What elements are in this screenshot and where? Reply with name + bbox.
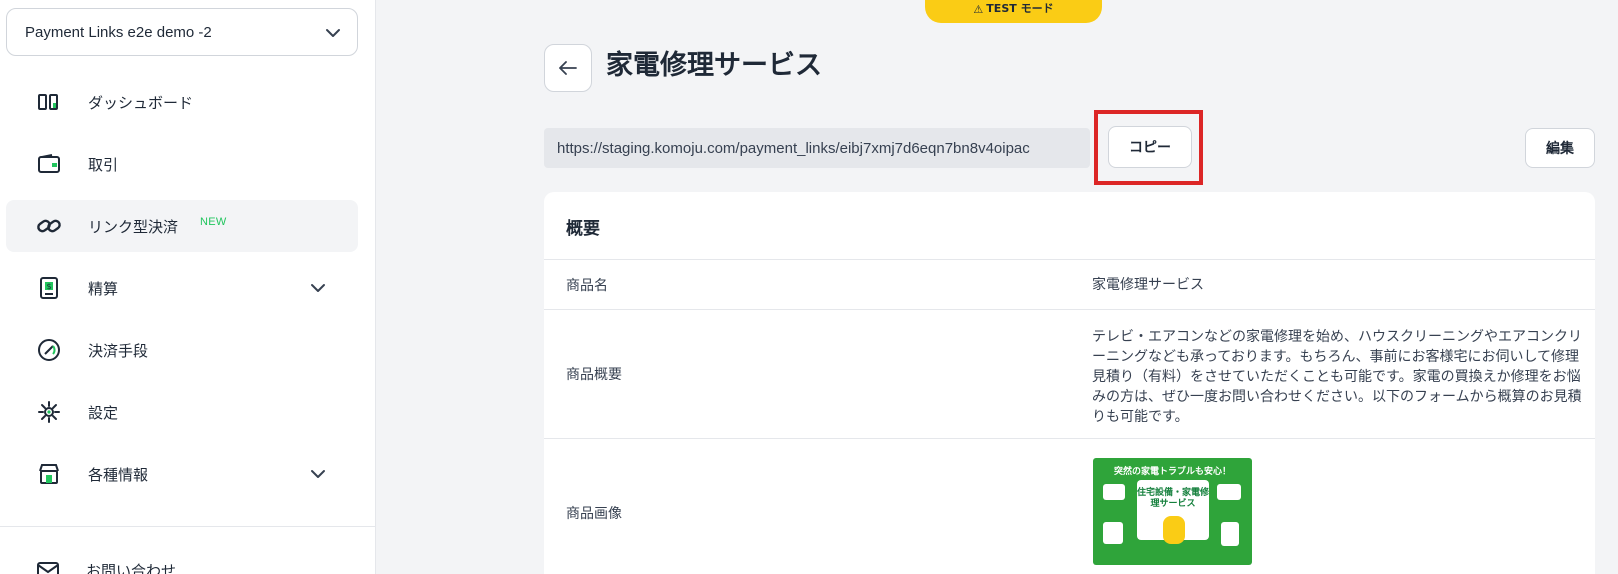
product-image[interactable]: 突然の家電トラブルも安心！ 住宅設備・家電修理サービス bbox=[1093, 458, 1252, 565]
invoice-dollar-icon: $ bbox=[36, 275, 62, 301]
back-button[interactable] bbox=[544, 44, 592, 92]
svg-text:$: $ bbox=[46, 282, 51, 291]
detail-key: 商品概要 bbox=[566, 367, 622, 383]
detail-key: 商品名 bbox=[566, 278, 608, 294]
sidebar-divider bbox=[0, 526, 376, 527]
sidebar-item-label: 精算 bbox=[88, 279, 119, 298]
appliance-icon bbox=[1103, 522, 1123, 544]
sidebar-item-label: 各種情報 bbox=[88, 465, 149, 484]
page-title: 家電修理サービス bbox=[606, 50, 822, 81]
gear-icon bbox=[36, 399, 62, 425]
sidebar-item-payment-links[interactable]: リンク型決済 NEW bbox=[6, 200, 358, 252]
sidebar-item-label: ダッシュボード bbox=[88, 93, 194, 112]
wallet-icon bbox=[36, 151, 62, 177]
product-image-headline: 突然の家電トラブルも安心！ bbox=[1113, 467, 1231, 477]
mail-icon bbox=[37, 561, 59, 574]
payment-methods-icon bbox=[36, 337, 62, 363]
chevron-down-icon bbox=[326, 29, 340, 37]
sidebar-item-contact[interactable]: お問い合わせ bbox=[36, 560, 176, 574]
detail-key: 商品画像 bbox=[566, 506, 622, 522]
edit-button[interactable]: 編集 bbox=[1525, 128, 1595, 168]
chevron-down-icon[interactable] bbox=[308, 278, 328, 298]
sidebar-item-information[interactable]: 各種情報 bbox=[6, 448, 358, 500]
sidebar-item-label: お問い合わせ bbox=[86, 562, 177, 574]
sidebar-item-settings[interactable]: 設定 bbox=[6, 386, 358, 438]
copy-button[interactable]: コピー bbox=[1108, 126, 1192, 168]
sidebar-item-label: 設定 bbox=[88, 403, 119, 422]
sidebar-item-label: 取引 bbox=[88, 155, 119, 174]
zero-yen-badge bbox=[1163, 516, 1185, 544]
detail-row-product-name: 商品名 家電修理サービス bbox=[544, 259, 1595, 309]
sidebar-item-payment-methods[interactable]: 決済手段 bbox=[6, 324, 358, 376]
dashboard-icon bbox=[36, 89, 62, 115]
appliance-icon bbox=[1103, 484, 1125, 500]
appliance-icon bbox=[1217, 484, 1241, 500]
sidebar-item-dashboard[interactable]: ダッシュボード bbox=[6, 76, 358, 128]
payment-link-url[interactable]: https://staging.komoju.com/payment_links… bbox=[544, 128, 1090, 168]
account-selector[interactable]: Payment Links e2e demo -2 bbox=[6, 8, 358, 56]
link-icon bbox=[36, 213, 62, 239]
chevron-down-icon[interactable] bbox=[308, 464, 328, 484]
sidebar-item-settlements[interactable]: $ 精算 bbox=[6, 262, 358, 314]
overview-card: 概要 商品名 家電修理サービス 商品概要 テレビ・エアコンなどの家電修理を始め、… bbox=[544, 192, 1595, 574]
test-mode-label: TEST モード bbox=[986, 2, 1054, 15]
product-image-title: 住宅設備・家電修理サービス bbox=[1137, 488, 1210, 509]
sidebar-item-label: 決済手段 bbox=[88, 341, 149, 360]
sidebar-nav: ダッシュボード 取引 リンク型決済 NEW $ 精算 決済手段 設定 各種情報 bbox=[6, 76, 358, 510]
new-badge: NEW bbox=[200, 216, 227, 228]
detail-row-product-description: 商品概要 テレビ・エアコンなどの家電修理を始め、ハウスクリーニングやエアコンクリ… bbox=[544, 309, 1595, 438]
detail-value: テレビ・エアコンなどの家電修理を始め、ハウスクリーニングやエアコンクリーニングな… bbox=[1092, 329, 1582, 425]
warning-icon: ⚠ bbox=[973, 3, 984, 16]
store-icon bbox=[36, 461, 62, 487]
sidebar: Payment Links e2e demo -2 ダッシュボード 取引 リンク… bbox=[0, 0, 376, 574]
detail-row-product-image: 商品画像 突然の家電トラブルも安心！ 住宅設備・家電修理サービス bbox=[544, 438, 1595, 574]
overview-title: 概要 bbox=[566, 219, 600, 239]
detail-value: 家電修理サービス bbox=[1092, 277, 1204, 293]
sidebar-item-transactions[interactable]: 取引 bbox=[6, 138, 358, 190]
test-mode-badge: ⚠ TEST モード bbox=[925, 0, 1102, 23]
account-name: Payment Links e2e demo -2 bbox=[25, 23, 212, 41]
appliance-icon bbox=[1221, 522, 1239, 546]
arrow-left-icon bbox=[559, 61, 577, 75]
sidebar-item-label: リンク型決済 bbox=[88, 217, 179, 236]
